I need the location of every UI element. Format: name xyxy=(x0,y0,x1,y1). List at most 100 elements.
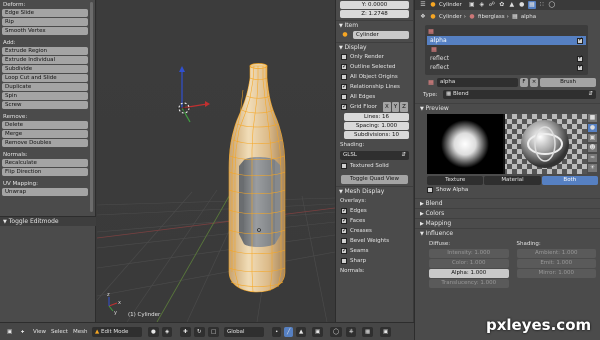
checkbox-box[interactable] xyxy=(427,187,433,193)
item-section-header[interactable]: ▼ Item xyxy=(336,20,413,30)
toggle-quad-view-button[interactable]: Toggle Quad View xyxy=(341,175,408,184)
particles-icon[interactable]: ∷ xyxy=(538,1,546,9)
list-item[interactable]: ▦ xyxy=(427,45,586,54)
sky-icon[interactable]: ☀ xyxy=(588,164,597,172)
brush-button[interactable]: Brush xyxy=(540,78,596,87)
occlude-geometry-button[interactable]: ▣ xyxy=(312,327,324,337)
pin-icon[interactable]: ❖ xyxy=(419,13,427,21)
edge-select-button[interactable]: ╱ xyxy=(284,327,294,337)
mesh-display-section-header[interactable]: ▼ Mesh Display xyxy=(336,186,413,196)
snap-element-button[interactable]: ▦ xyxy=(362,327,374,337)
physics-icon[interactable]: ◯ xyxy=(548,1,556,9)
checkbox-box[interactable] xyxy=(341,82,347,92)
constraint-icon[interactable]: ☍ xyxy=(488,1,496,9)
checkbox-box[interactable] xyxy=(341,54,347,60)
only-render-checkbox[interactable]: Only Render xyxy=(336,52,413,62)
checkbox-box[interactable] xyxy=(577,54,583,62)
unlink-button[interactable]: × xyxy=(530,78,538,87)
checkbox-box[interactable] xyxy=(341,226,347,236)
edge-slide-button[interactable]: Edge Slide xyxy=(2,9,88,17)
location-z-field[interactable]: Z: 1.2748 xyxy=(340,10,409,18)
checkbox-box[interactable] xyxy=(341,74,347,80)
texture-icon[interactable]: ▦ xyxy=(527,1,536,9)
ambient-slider[interactable]: Ambient: 1.000 xyxy=(516,249,596,258)
checkbox-box[interactable] xyxy=(341,94,347,100)
mapping-section-header[interactable]: ▶ Mapping xyxy=(415,218,600,228)
textured-solid-checkbox[interactable]: Textured Solid xyxy=(336,161,413,171)
location-y-field[interactable]: Y: 0.0000 xyxy=(340,1,409,9)
alpha-slider[interactable]: Alpha: 1.000 xyxy=(429,269,509,278)
show-alpha-checkbox[interactable]: Show Alpha xyxy=(415,185,600,195)
view-menu[interactable]: View xyxy=(30,327,49,337)
duplicate-button[interactable]: Duplicate xyxy=(2,83,88,91)
breadcrumb-material[interactable]: fiberglass xyxy=(478,14,505,20)
spin-button[interactable]: Spin xyxy=(2,92,88,100)
data-icon[interactable]: ▲ xyxy=(508,1,516,9)
all-object-origins-checkbox[interactable]: All Object Origins xyxy=(336,72,413,82)
tab-both[interactable]: Both xyxy=(541,176,598,185)
grid-floor-checkbox[interactable]: Grid Floor X Y Z xyxy=(336,102,413,112)
mode-dropdown[interactable]: ▲ Edit Mode xyxy=(92,327,142,337)
shading-dropdown[interactable]: GLSL ⇵ xyxy=(340,151,409,160)
grid-spacing-field[interactable]: Spacing: 1.000 xyxy=(344,122,409,130)
operator-panel[interactable]: ▼ Toggle Editmode xyxy=(0,216,96,226)
outline-selected-checkbox[interactable]: Outline Selected xyxy=(336,62,413,72)
tab-material[interactable]: Material xyxy=(484,176,541,185)
rotate-manipulator-button[interactable]: ↻ xyxy=(194,327,205,337)
tab-texture[interactable]: Texture xyxy=(427,176,484,185)
checkbox-box[interactable] xyxy=(577,36,583,44)
fake-user-button[interactable]: F xyxy=(520,78,528,87)
list-item[interactable]: alpha xyxy=(427,36,586,45)
list-item[interactable]: reflect xyxy=(427,63,586,72)
translucency-slider[interactable]: Translucency: 1.000 xyxy=(429,279,509,288)
pivot-point-button[interactable]: ◈ xyxy=(162,327,173,337)
scale-manipulator-button[interactable]: □ xyxy=(208,327,220,337)
extrude-individual-button[interactable]: Extrude Individual xyxy=(2,56,88,64)
delete-button[interactable]: Delete xyxy=(2,121,88,129)
hair-icon[interactable]: ≈ xyxy=(588,154,597,162)
checkbox-box[interactable] xyxy=(341,258,347,264)
3d-viewport[interactable]: x y z (1) Cylinder xyxy=(97,0,335,322)
modifier-icon[interactable]: ✿ xyxy=(498,1,506,9)
editor-type-icon[interactable]: ▣ xyxy=(4,327,15,337)
grid-x-toggle[interactable]: X xyxy=(382,102,391,112)
creases-checkbox[interactable]: Creases xyxy=(336,226,413,236)
smooth-vertex-button[interactable]: Smooth Vertex xyxy=(2,27,88,35)
grid-subdivisions-field[interactable]: Subdivisions: 10 xyxy=(344,131,409,139)
colors-section-header[interactable]: ▶ Colors xyxy=(415,208,600,218)
camera-icon[interactable]: ▣ xyxy=(468,1,476,9)
vertex-select-button[interactable]: ∙ xyxy=(272,327,282,337)
grid-z-toggle[interactable]: Z xyxy=(400,102,408,112)
emit-slider[interactable]: Emit: 1.000 xyxy=(516,259,596,268)
shading-mode-button[interactable]: ● xyxy=(148,327,159,337)
recalculate-button[interactable]: Recalculate xyxy=(2,159,88,167)
remove-doubles-button[interactable]: Remove Doubles xyxy=(2,139,88,147)
cube-icon[interactable]: ▣ xyxy=(588,134,597,142)
mesh-menu[interactable]: Mesh xyxy=(70,327,90,337)
proportional-edit-button[interactable]: ◯ xyxy=(330,327,343,337)
type-dropdown[interactable]: ▦ Blend ⇵ xyxy=(443,90,596,99)
blend-section-header[interactable]: ▶ Blend xyxy=(415,198,600,208)
tool-shelf-scrollbar[interactable] xyxy=(90,2,93,212)
item-name-field[interactable]: Cylinder xyxy=(353,31,409,39)
list-item[interactable]: ▦ xyxy=(427,27,586,36)
mirror-slider[interactable]: Mirror: 1.000 xyxy=(516,269,596,278)
screw-button[interactable]: Screw xyxy=(2,101,88,109)
manipulator-button[interactable]: ✚ xyxy=(180,327,191,337)
breadcrumb-object[interactable]: Cylinder xyxy=(439,14,462,20)
checkbox-box[interactable] xyxy=(341,246,347,256)
checkbox-box[interactable] xyxy=(341,216,347,226)
face-select-button[interactable]: ▲ xyxy=(296,327,307,337)
grid-lines-field[interactable]: Lines: 16 xyxy=(344,113,409,121)
render-button[interactable]: ▣ xyxy=(380,327,392,337)
texture-name-field[interactable]: alpha xyxy=(437,78,518,87)
flip-direction-button[interactable]: Flip Direction xyxy=(2,168,88,176)
sphere-icon[interactable]: ● xyxy=(588,124,597,132)
rip-button[interactable]: Rip xyxy=(2,18,88,26)
checkbox-box[interactable] xyxy=(341,62,347,72)
material-icon[interactable]: ● xyxy=(518,1,526,9)
select-menu[interactable]: Select xyxy=(48,327,71,337)
merge-button[interactable]: Merge xyxy=(2,130,88,138)
checkbox-box[interactable] xyxy=(341,206,347,216)
monkey-icon[interactable]: ☻ xyxy=(588,144,597,152)
